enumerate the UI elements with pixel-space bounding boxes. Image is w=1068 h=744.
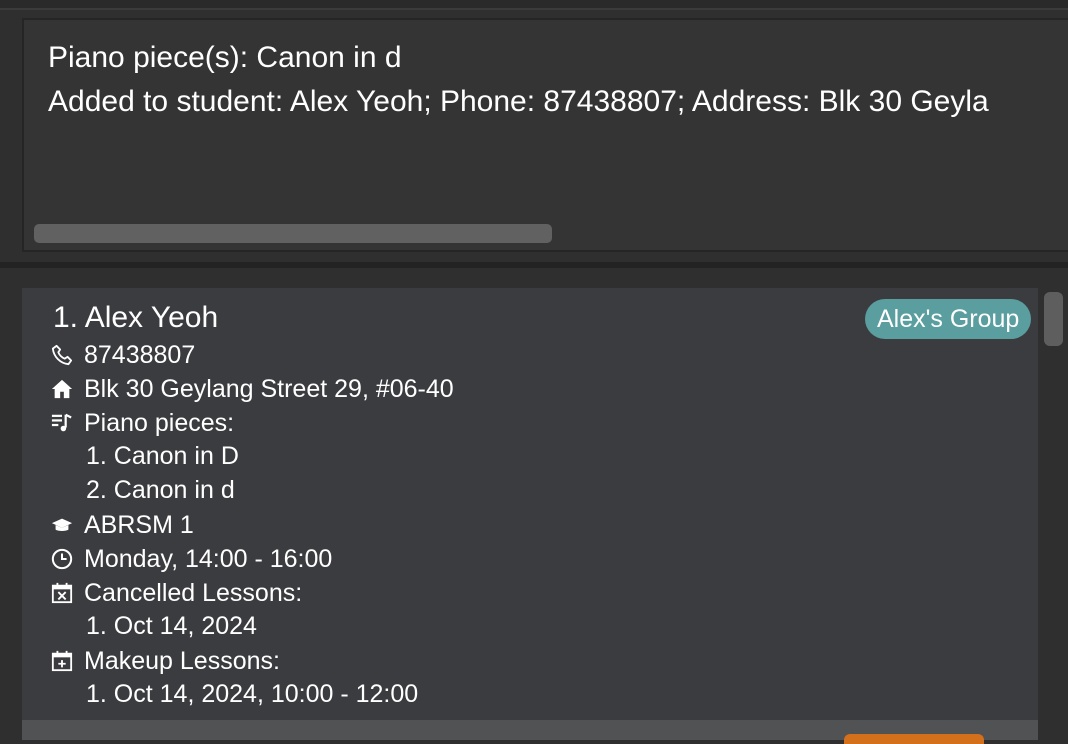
panel-divider[interactable]: [0, 262, 1068, 268]
command-result-panel[interactable]: Piano piece(s): Canon in d Added to stud…: [22, 18, 1068, 252]
result-line-2: Added to student: Alex Yeoh; Phone: 8743…: [48, 85, 989, 118]
student-name: 1. Alex Yeoh: [53, 301, 219, 334]
calendar-plus-icon: [50, 649, 74, 673]
command-result-text: Piano piece(s): Canon in d Added to stud…: [48, 36, 989, 124]
cancelled-row: Cancelled Lessons:: [50, 576, 302, 610]
phone-value: 87438807: [84, 340, 196, 369]
piece-item: 2. Canon in d: [86, 476, 235, 504]
makeup-label: Makeup Lessons:: [84, 646, 280, 675]
makeup-row: Makeup Lessons:: [50, 644, 280, 678]
music-list-icon: [50, 411, 74, 435]
makeup-item: 1. Oct 14, 2024, 10:00 - 12:00: [86, 680, 419, 708]
pieces-label: Piano pieces:: [84, 408, 235, 437]
horizontal-scrollbar-thumb[interactable]: [34, 224, 552, 243]
window-top-edge: [0, 0, 1068, 10]
vertical-scrollbar-thumb[interactable]: [1044, 292, 1063, 346]
pieces-row: Piano pieces:: [50, 406, 234, 440]
home-icon: [50, 377, 74, 401]
student-list-panel[interactable]: 1. Alex Yeoh Alex's Group 87438807 Blk 3…: [22, 288, 1038, 744]
schedule-value: Monday, 14:00 - 16:00: [84, 544, 333, 573]
result-line-1: Piano piece(s): Canon in d: [48, 41, 402, 74]
vertical-scrollbar-track[interactable]: [1038, 288, 1068, 734]
cancelled-label: Cancelled Lessons:: [84, 578, 303, 607]
cancelled-item: 1. Oct 14, 2024: [86, 612, 257, 640]
grade-value: ABRSM 1: [84, 510, 194, 539]
address-row: Blk 30 Geylang Street 29, #06-40: [50, 372, 454, 406]
phone-row: 87438807: [50, 338, 195, 372]
next-student-card[interactable]: [22, 720, 1038, 744]
calendar-x-icon: [50, 581, 74, 605]
grade-row: ABRSM 1: [50, 508, 194, 542]
graduation-cap-icon: [50, 513, 74, 537]
piece-item: 1. Canon in D: [86, 442, 239, 470]
phone-icon: [50, 343, 74, 367]
group-tag: Alex's Group: [865, 299, 1032, 339]
next-card-tag: [844, 734, 984, 744]
clock-icon: [50, 547, 74, 571]
student-card[interactable]: 1. Alex Yeoh Alex's Group 87438807 Blk 3…: [22, 288, 1038, 720]
address-value: Blk 30 Geylang Street 29, #06-40: [84, 374, 454, 403]
schedule-row: Monday, 14:00 - 16:00: [50, 542, 332, 576]
